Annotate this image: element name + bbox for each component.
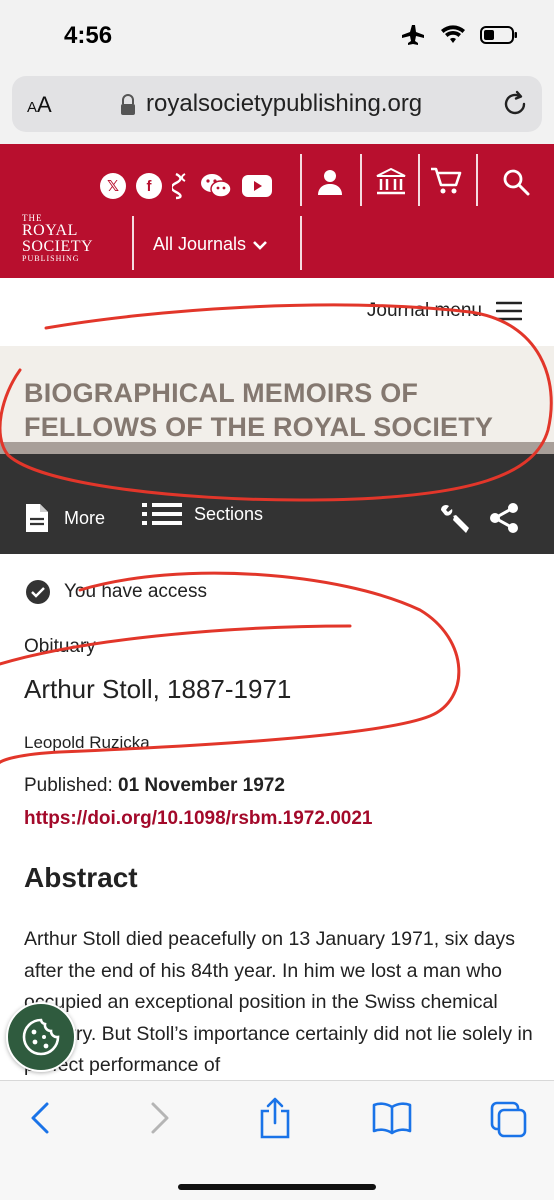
logo-line: ROYAL bbox=[22, 222, 78, 239]
share-icon[interactable] bbox=[488, 502, 520, 534]
logo-line: SOCIETY bbox=[22, 238, 94, 255]
journal-title[interactable]: BIOGRAPHICAL MEMOIRS OF FELLOWS OF THE R… bbox=[24, 376, 544, 444]
document-icon bbox=[26, 504, 48, 532]
article-title: Arthur Stoll, 1887-1971 bbox=[24, 674, 292, 704]
journal-banner: BIOGRAPHICAL MEMOIRS OF FELLOWS OF THE R… bbox=[0, 346, 554, 442]
divider bbox=[418, 154, 420, 206]
abstract-text: Arthur Stoll died peacefully on 13 Janua… bbox=[24, 928, 533, 1076]
journal-menu-label: Journal menu bbox=[366, 300, 482, 321]
access-text: You have access bbox=[64, 581, 207, 602]
sections-button[interactable]: Sections bbox=[142, 502, 263, 526]
battery-icon bbox=[480, 26, 517, 44]
cart-icon[interactable] bbox=[430, 166, 462, 196]
x-icon[interactable]: 𝕏 bbox=[100, 173, 126, 199]
youtube-icon[interactable] bbox=[242, 175, 272, 197]
site-header: 𝕏 f THE ROYAL SOCIETY PUBLISHING All Jou… bbox=[0, 144, 554, 278]
published-line: Published: 01 November 1972 bbox=[24, 775, 285, 797]
hamburger-icon bbox=[496, 301, 522, 321]
journal-menu-button[interactable]: Journal menu bbox=[367, 300, 522, 322]
social-links: 𝕏 f bbox=[100, 172, 272, 200]
article-category: Obituary bbox=[24, 636, 96, 657]
status-bar: 4:56 bbox=[0, 0, 554, 72]
user-icon[interactable] bbox=[317, 168, 343, 196]
article-toolbar: More Sections bbox=[0, 482, 554, 554]
lock-icon bbox=[121, 94, 135, 115]
divider bbox=[476, 154, 478, 206]
airplane-icon bbox=[402, 25, 424, 45]
published-date: 01 November 1972 bbox=[118, 775, 285, 796]
published-label: Published: bbox=[24, 775, 113, 796]
journal-title-line: BIOGRAPHICAL MEMOIRS OF bbox=[24, 378, 419, 408]
divider bbox=[132, 216, 134, 270]
forward-icon[interactable] bbox=[148, 1101, 172, 1135]
royal-society-logo[interactable]: THE ROYAL SOCIETY PUBLISHING bbox=[22, 214, 93, 263]
journal-menu-row: Journal menu bbox=[0, 278, 554, 346]
browser-toolbar bbox=[0, 1080, 554, 1200]
wechat-icon[interactable] bbox=[200, 172, 232, 200]
check-circle-icon bbox=[26, 580, 50, 604]
chevron-down-icon bbox=[253, 240, 267, 250]
divider bbox=[300, 154, 302, 206]
abstract-heading: Abstract bbox=[24, 862, 138, 893]
wifi-icon bbox=[441, 25, 465, 43]
facebook-icon[interactable]: f bbox=[136, 173, 162, 199]
article-author[interactable]: Leopold Ruzicka bbox=[24, 733, 150, 753]
home-indicator bbox=[178, 1184, 376, 1190]
list-icon bbox=[142, 503, 182, 525]
back-icon[interactable] bbox=[28, 1101, 52, 1135]
divider bbox=[360, 154, 362, 206]
divider bbox=[300, 216, 302, 270]
share-sheet-icon[interactable] bbox=[258, 1097, 292, 1139]
more-button[interactable]: More bbox=[24, 502, 105, 534]
sections-label: Sections bbox=[194, 503, 264, 524]
more-label: More bbox=[64, 507, 106, 528]
all-journals-dropdown[interactable]: All Journals bbox=[153, 234, 268, 255]
reload-icon[interactable] bbox=[502, 90, 528, 118]
cookie-settings-button[interactable] bbox=[6, 1002, 76, 1072]
address-bar[interactable]: AA royalsocietypublishing.org bbox=[12, 76, 542, 132]
journal-title-line: FELLOWS OF THE ROYAL SOCIETY bbox=[24, 412, 494, 442]
logo-line: PUBLISHING bbox=[22, 254, 80, 263]
cookie-icon bbox=[22, 1018, 60, 1056]
url-text[interactable]: royalsocietypublishing.org bbox=[146, 90, 422, 118]
tabs-icon[interactable] bbox=[490, 1101, 528, 1139]
status-time: 4:56 bbox=[64, 22, 113, 49]
browser-chrome: AA royalsocietypublishing.org bbox=[0, 72, 554, 144]
status-icons bbox=[402, 24, 518, 46]
altmetric-icon[interactable] bbox=[172, 172, 190, 200]
all-journals-label: All Journals bbox=[153, 234, 247, 254]
text-size-button[interactable]: AA bbox=[27, 92, 52, 118]
bookmarks-icon[interactable] bbox=[372, 1101, 412, 1135]
wrench-icon[interactable] bbox=[438, 502, 472, 536]
access-indicator: You have access bbox=[26, 580, 207, 604]
institution-icon[interactable] bbox=[376, 168, 406, 196]
banner-strip bbox=[0, 442, 554, 482]
search-icon[interactable] bbox=[502, 168, 530, 196]
doi-link[interactable]: https://doi.org/10.1098/rsbm.1972.0021 bbox=[24, 808, 373, 830]
